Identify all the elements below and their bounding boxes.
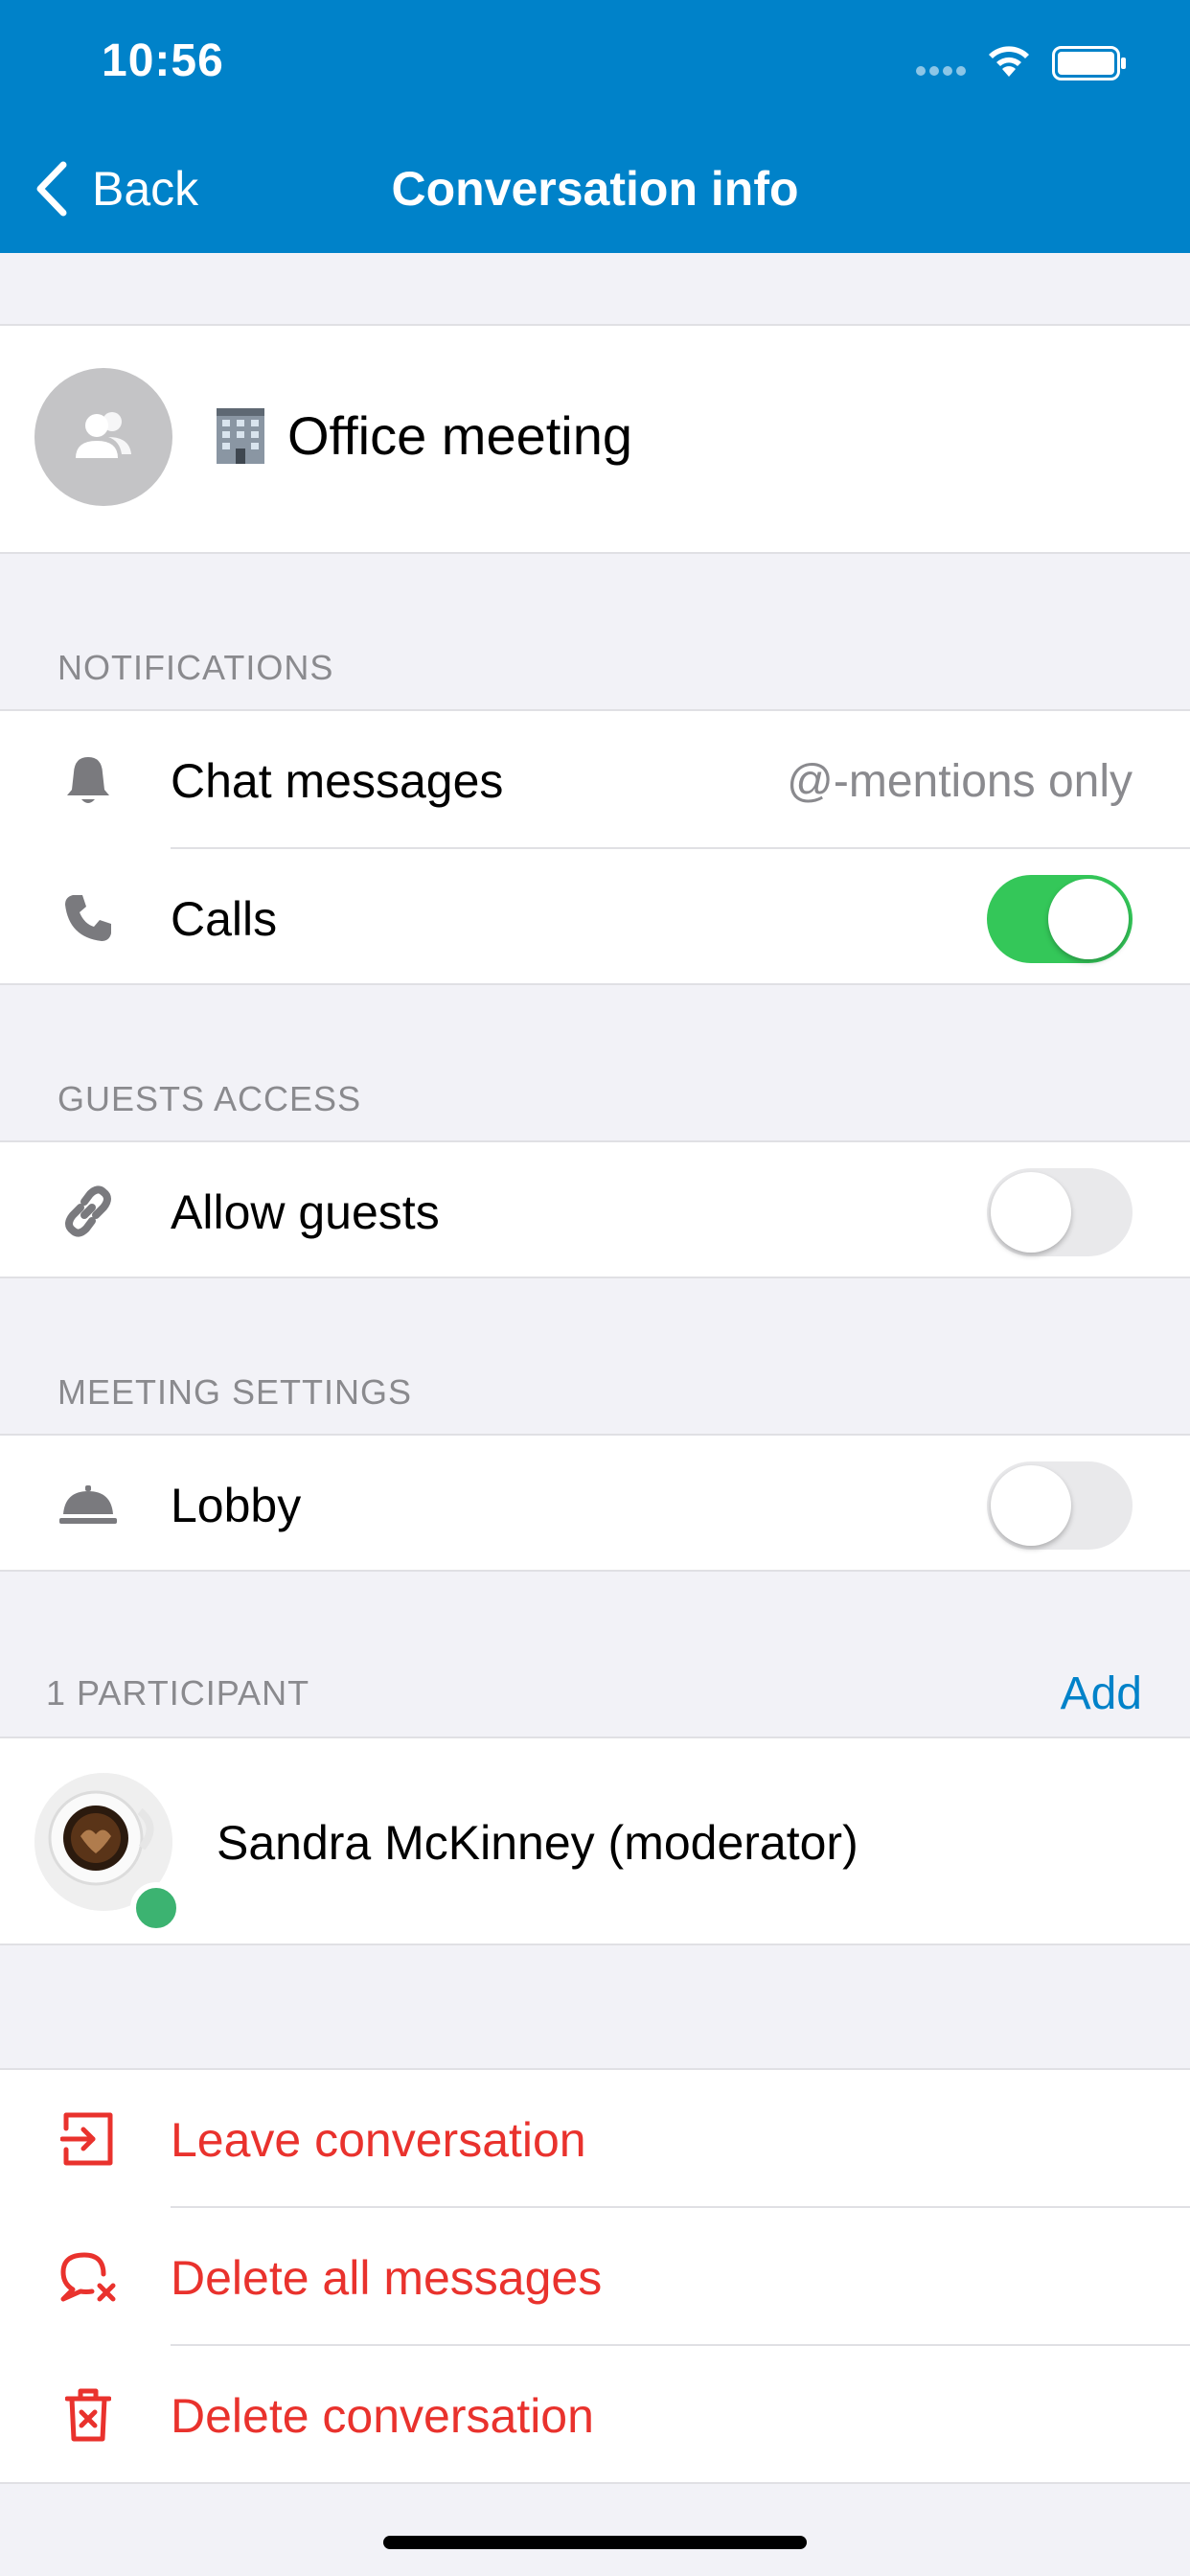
calls-label: Calls [171, 892, 278, 946]
delete-messages-icon [57, 2246, 119, 2308]
toggle-knob [991, 1465, 1071, 1546]
calls-row: Calls [0, 849, 1190, 985]
battery-icon [1052, 46, 1126, 80]
bell-icon [57, 749, 119, 811]
allow-guests-toggle[interactable] [987, 1168, 1133, 1256]
leave-conversation-label: Leave conversation [171, 2113, 586, 2167]
chat-messages-value: @-mentions only [787, 756, 1133, 807]
lobby-bell-icon [57, 1474, 119, 1535]
conversation-actions-group: Leave conversation Delete all messages D… [0, 2068, 1190, 2484]
cellular-signal-icon [916, 63, 970, 77]
notifications-group: Chat messages @-mentions only Calls [0, 709, 1190, 985]
participant-name: Sandra McKinney (moderator) [217, 1816, 858, 1870]
allow-guests-label: Allow guests [171, 1185, 440, 1239]
toggle-knob [991, 1172, 1071, 1253]
phone-icon [57, 887, 119, 949]
participants-group: Sandra McKinney (moderator) [0, 1736, 1190, 1945]
home-indicator [383, 2536, 807, 2549]
participants-header: 1 PARTICIPANT [46, 1673, 310, 1713]
leave-icon [57, 2108, 119, 2170]
allow-guests-row: Allow guests [0, 1142, 1190, 1278]
calls-toggle[interactable] [987, 875, 1133, 963]
conversation-name[interactable]: Office meeting [211, 404, 632, 467]
conversation-name-label: Office meeting [287, 405, 633, 466]
add-participant-button[interactable]: Add [1061, 1668, 1142, 1720]
top-bar: 10:56 Back Conversation info [0, 0, 1190, 253]
delete-all-messages-button[interactable]: Delete all messages [0, 2208, 1190, 2344]
lobby-row: Lobby [0, 1436, 1190, 1572]
chat-messages-label: Chat messages [171, 754, 504, 808]
wifi-icon [989, 46, 1029, 77]
trash-icon [57, 2384, 119, 2446]
leave-conversation-button[interactable]: Leave conversation [0, 2070, 1190, 2206]
delete-conversation-button[interactable]: Delete conversation [0, 2346, 1190, 2482]
lobby-toggle[interactable] [987, 1461, 1133, 1550]
guests-access-header: GUESTS ACCESS [57, 1079, 362, 1118]
meeting-settings-group: Lobby [0, 1434, 1190, 1572]
toggle-knob [1048, 879, 1129, 959]
delete-all-messages-label: Delete all messages [171, 2251, 603, 2305]
status-time: 10:56 [102, 35, 224, 86]
online-status-indicator [130, 1882, 182, 1934]
conversation-header: Office meeting [0, 324, 1190, 554]
delete-conversation-label: Delete conversation [171, 2389, 594, 2443]
guests-group: Allow guests [0, 1140, 1190, 1278]
lobby-label: Lobby [171, 1479, 302, 1532]
link-icon [57, 1181, 119, 1242]
notifications-header: NOTIFICATIONS [57, 648, 334, 687]
office-building-icon [211, 406, 270, 466]
chat-messages-row[interactable]: Chat messages @-mentions only [0, 711, 1190, 847]
conversation-avatar [34, 368, 172, 506]
page-title: Conversation info [391, 162, 799, 216]
meeting-settings-header: MEETING SETTINGS [57, 1372, 413, 1412]
group-icon [76, 412, 131, 458]
participant-row[interactable]: Sandra McKinney (moderator) [0, 1738, 1190, 1944]
